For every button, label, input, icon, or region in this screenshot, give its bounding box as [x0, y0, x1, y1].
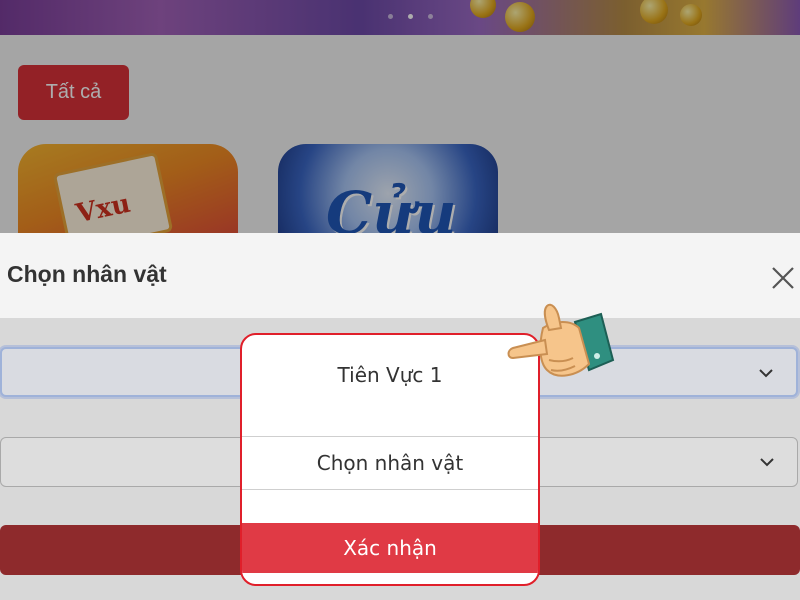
- close-icon: [772, 267, 794, 289]
- divider: [242, 489, 538, 490]
- chevron-down-icon: [760, 458, 774, 467]
- close-button[interactable]: [766, 261, 800, 295]
- spacer: [242, 405, 538, 437]
- pointing-hand-icon: [507, 303, 615, 377]
- chevron-down-icon: [759, 369, 773, 378]
- sheet-header: Chọn nhân vật: [0, 233, 800, 318]
- server-select-value[interactable]: Tiên Vực 1: [242, 347, 538, 403]
- highlight-callout: Tiên Vực 1 Chọn nhân vật Xác nhận: [240, 333, 540, 586]
- sheet-title: Chọn nhân vật: [7, 261, 167, 287]
- character-select-placeholder[interactable]: Chọn nhân vật: [242, 437, 538, 489]
- confirm-button[interactable]: Xác nhận: [242, 523, 538, 573]
